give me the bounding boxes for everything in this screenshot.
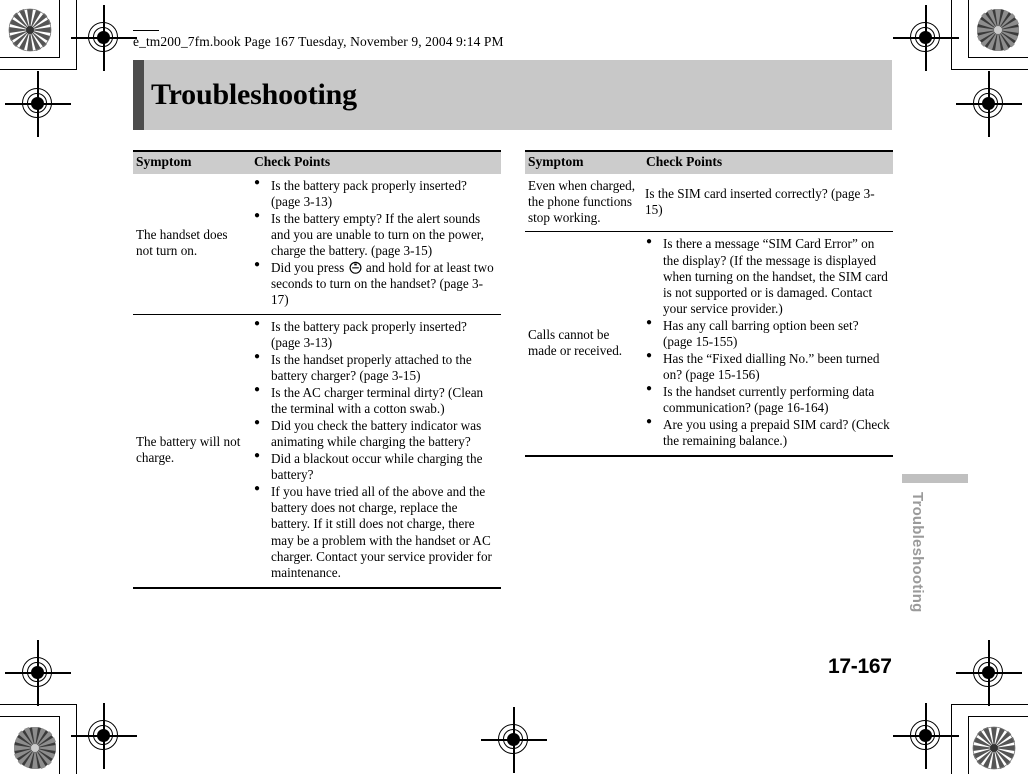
registration-target-top-right-inner	[956, 71, 1022, 137]
crop-mark-bottom-left-h2	[0, 704, 77, 706]
crop-mark-bottom-left-h	[0, 716, 60, 718]
registration-target-bottom-left-outer	[71, 703, 137, 769]
check-points-cell: Is the battery pack properly inserted? (…	[251, 313, 501, 589]
list-item: If you have tried all of the above and t…	[253, 483, 499, 581]
crop-mark-bottom-right-v	[968, 717, 970, 774]
crop-mark-top-left-v	[59, 0, 61, 58]
list-item: Are you using a prepaid SIM card? (Check…	[645, 416, 891, 449]
registration-target-top-right-outer	[893, 5, 959, 71]
troubleshooting-table-left: Symptom Check Points The handset does no…	[133, 150, 501, 589]
list-item: Is the handset currently performing data…	[645, 383, 891, 416]
table-row: The handset does not turn on. Is the bat…	[133, 174, 501, 315]
side-tab-bar	[902, 474, 968, 483]
crop-mark-top-left-v2	[76, 0, 78, 70]
registration-target-bottom-center	[481, 707, 547, 773]
list-item: Has any call barring option been set? (p…	[645, 317, 891, 350]
file-page-stamp: e_tm200_7fm.book Page 167 Tuesday, Novem…	[133, 34, 504, 49]
table-row: The battery will not charge. Is the batt…	[133, 313, 501, 589]
crop-mark-top-right-v2	[951, 0, 953, 70]
column-header-symptom: Symptom	[525, 150, 643, 174]
check-points-cell: Is the SIM card inserted correctly? (pag…	[643, 174, 893, 232]
list-item: Did a blackout occur while charging the …	[253, 450, 499, 483]
side-tab-label: Troubleshooting	[909, 492, 926, 613]
crop-mark-bottom-left-v	[59, 717, 61, 774]
list-item: Is the battery empty? If the alert sound…	[253, 210, 499, 260]
check-points-list: Is the battery pack properly inserted? (…	[253, 318, 499, 581]
symptom-cell: The battery will not charge.	[133, 313, 251, 589]
check-points-cell: Is the battery pack properly inserted? (…	[251, 174, 501, 315]
list-item: Is the battery pack properly inserted? (…	[253, 177, 499, 210]
list-item: Did you press and hold for at least two …	[253, 259, 499, 309]
table-row: Calls cannot be made or received. Is the…	[525, 231, 893, 457]
column-header-check-points: Check Points	[251, 150, 501, 174]
check-points-list: Is the battery pack properly inserted? (…	[253, 177, 499, 309]
density-star-bottom-right	[972, 726, 1016, 770]
density-star-top-left	[8, 8, 52, 52]
crop-mark-top-right-h2	[951, 69, 1028, 71]
registration-target-top-left-inner	[5, 71, 71, 137]
list-item: Did you check the battery indicator was …	[253, 417, 499, 450]
registration-target-bottom-left-inner	[5, 640, 71, 706]
page-number: 17-167	[828, 655, 892, 678]
list-item: Is the AC charger terminal dirty? (Clean…	[253, 384, 499, 417]
list-item: Is the battery pack properly inserted? (…	[253, 318, 499, 351]
registration-target-bottom-right-inner	[956, 640, 1022, 706]
list-item: Is the handset properly attached to the …	[253, 351, 499, 384]
crop-mark-bottom-right-h2	[951, 704, 1028, 706]
check-point-text: Is the SIM card inserted correctly? (pag…	[645, 185, 875, 217]
column-header-check-points: Check Points	[643, 150, 893, 174]
crop-mark-bottom-right-v2	[951, 705, 953, 774]
page-title: Troubleshooting	[151, 78, 357, 111]
symptom-cell: The handset does not turn on.	[136, 227, 228, 259]
table-row: Even when charged, the phone functions s…	[525, 174, 893, 232]
density-star-bottom-left	[13, 726, 57, 770]
table-header-row: Symptom Check Points	[133, 150, 501, 174]
list-item: Has the “Fixed dialling No.” been turned…	[645, 350, 891, 383]
list-item-text-before: Did you press	[271, 259, 348, 275]
troubleshooting-table-right: Symptom Check Points Even when charged, …	[525, 150, 893, 457]
check-points-list: Is there a message “SIM Card Error” on t…	[645, 236, 891, 449]
symptom-cell: Even when charged, the phone functions s…	[528, 177, 636, 226]
banner-accent-bar	[133, 60, 144, 130]
list-item: Is there a message “SIM Card Error” on t…	[645, 236, 891, 317]
crop-mark-top-left-h2	[0, 69, 77, 71]
filestamp-rule	[133, 30, 159, 32]
crop-mark-top-right-h	[968, 57, 1028, 59]
check-points-cell: Is there a message “SIM Card Error” on t…	[643, 231, 893, 457]
power-key-icon	[349, 261, 362, 274]
table-header-row: Symptom Check Points	[525, 150, 893, 174]
crop-mark-bottom-right-h	[968, 716, 1028, 718]
crop-mark-top-right-v	[968, 0, 970, 58]
column-header-symptom: Symptom	[133, 150, 251, 174]
density-star-top-right	[976, 8, 1020, 52]
crop-mark-top-left-h	[0, 57, 60, 59]
registration-target-bottom-right-outer	[893, 703, 959, 769]
crop-mark-bottom-left-v2	[76, 705, 78, 774]
chapter-title-banner: Troubleshooting	[133, 60, 892, 130]
registration-target-top-left-outer	[71, 5, 137, 71]
symptom-cell: Calls cannot be made or received.	[525, 231, 643, 457]
